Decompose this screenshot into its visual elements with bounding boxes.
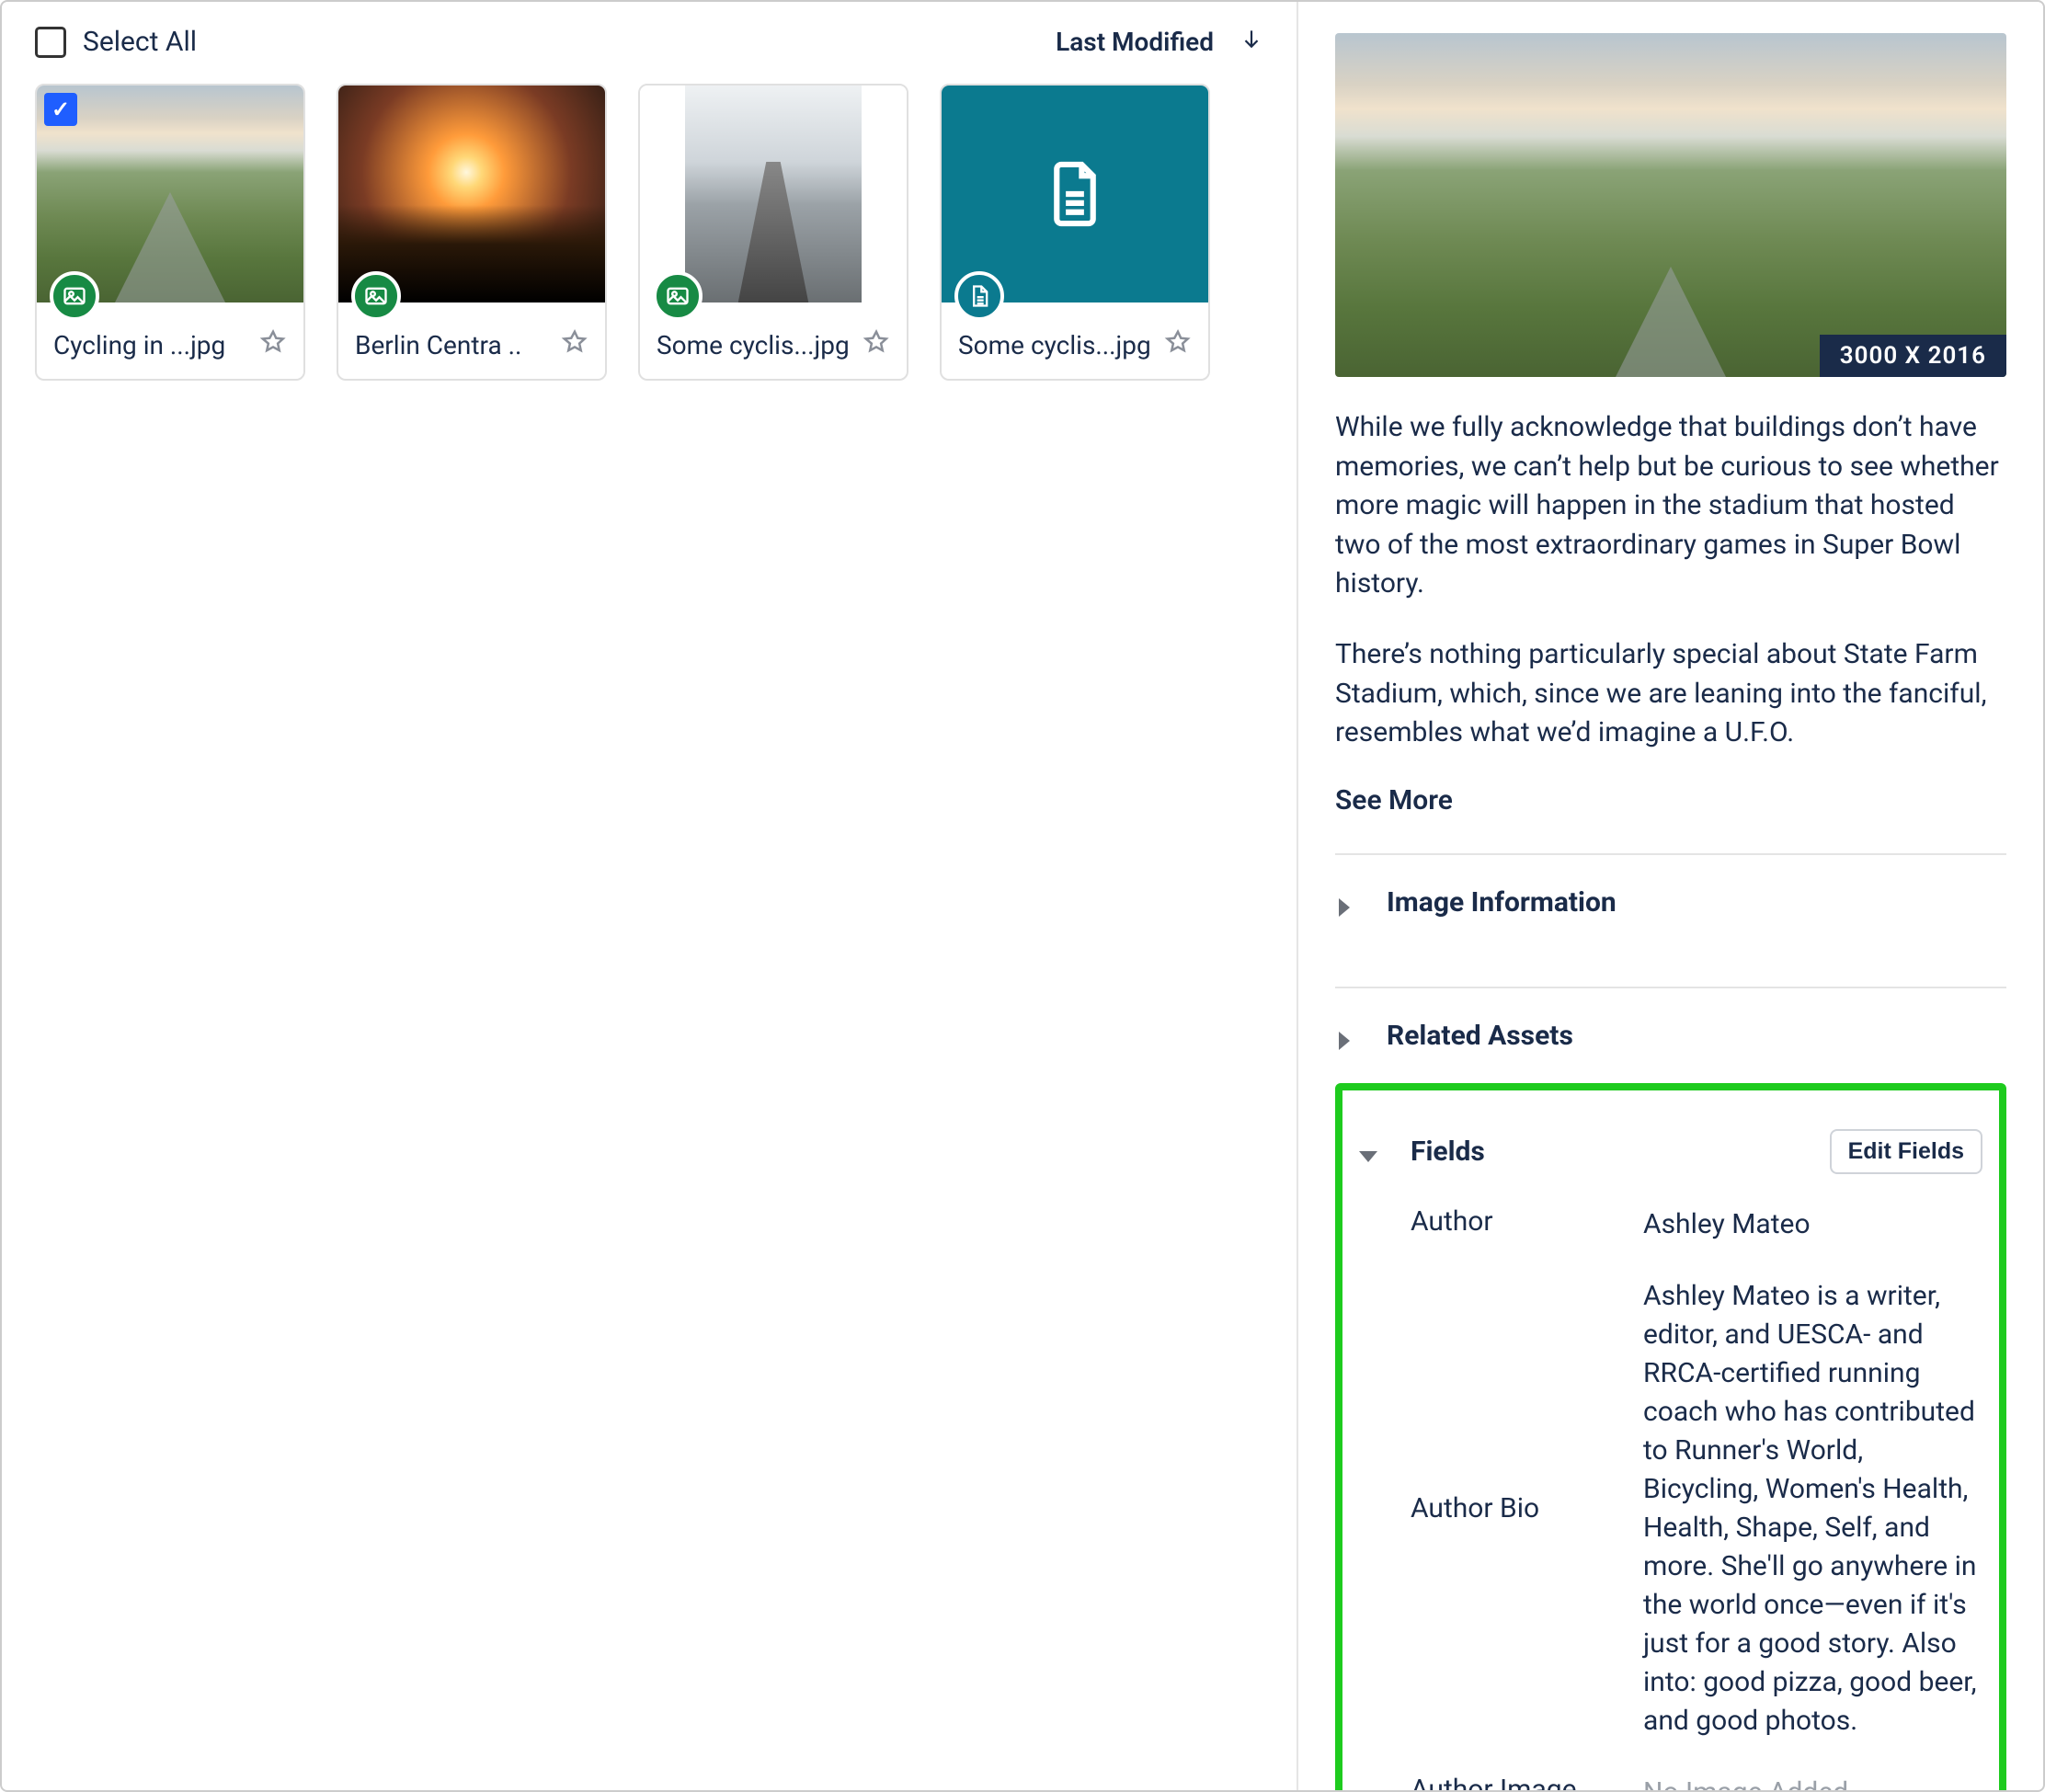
select-all-label: Select All [83,26,197,58]
asset-list-pane: Select All Last Modified [2,2,1298,1790]
asset-name: Some cyclis...jpg [657,330,850,360]
app-root: Select All Last Modified [0,0,2045,1792]
section-title: Image Information [1387,886,1617,919]
see-more-link[interactable]: See More [1335,784,2006,816]
favorite-star-icon[interactable] [561,328,588,362]
asset-thumb[interactable] [640,86,907,302]
description-p2: There’s nothing particularly special abo… [1335,635,2006,753]
asset-card[interactable]: Some cyclis...jpg [638,84,908,381]
section-title: Fields [1411,1136,1485,1168]
author-value: Ashley Mateo [1643,1205,1982,1244]
select-all[interactable]: Select All [35,26,197,58]
description-p1: While we fully acknowledge that building… [1335,408,2006,604]
asset-name: Berlin Centra .. [355,330,521,360]
fields-body: Author Ashley Mateo Author Bio Ashley Ma… [1359,1205,1982,1790]
asset-card[interactable]: Berlin Centra .. [337,84,607,381]
fields-section: Fields Edit Fields Author Ashley Mateo A… [1359,1098,1982,1790]
asset-grid: Cycling in ...jpg Berlin Centra .. [35,84,1263,381]
sort-control[interactable]: Last Modified [1056,27,1263,57]
preview-image[interactable]: 3000 X 2016 [1335,33,2006,377]
chevron-right-icon [1335,1026,1354,1044]
detail-pane: 3000 X 2016 While we fully acknowledge t… [1298,2,2043,1790]
sort-desc-icon [1240,27,1263,57]
chevron-down-icon [1359,1142,1377,1160]
asset-card[interactable]: Cycling in ...jpg [35,84,305,381]
image-type-icon [50,271,99,321]
asset-name: Some cyclis...jpg [958,330,1151,360]
document-icon [1047,160,1102,228]
description: While we fully acknowledge that building… [1335,408,2006,753]
related-assets-section: Related Assets [1335,987,2006,1083]
author-label: Author [1411,1205,1627,1238]
select-all-checkbox[interactable] [35,27,66,58]
image-type-icon [351,271,401,321]
fields-header[interactable]: Fields Edit Fields [1359,1098,1982,1205]
author-image-value: No Image Added [1643,1774,1982,1790]
image-dimensions: 3000 X 2016 [1820,335,2006,377]
related-assets-header[interactable]: Related Assets [1335,988,2006,1083]
author-bio-label: Author Bio [1411,1492,1627,1524]
asset-thumb[interactable] [942,86,1208,302]
document-type-icon [954,271,1004,321]
asset-card[interactable]: Some cyclis...jpg [940,84,1210,381]
author-image-label: Author Image [1411,1774,1627,1790]
selected-check-icon [44,93,77,126]
fields-highlight-box: Fields Edit Fields Author Ashley Mateo A… [1335,1083,2006,1790]
list-toolbar: Select All Last Modified [35,20,1263,74]
favorite-star-icon[interactable] [259,328,287,362]
edit-fields-button[interactable]: Edit Fields [1830,1129,1982,1174]
asset-thumb[interactable] [338,86,605,302]
sort-label: Last Modified [1056,27,1214,57]
image-info-header[interactable]: Image Information [1335,855,2006,950]
asset-thumb[interactable] [37,86,303,302]
favorite-star-icon[interactable] [863,328,890,362]
image-info-section: Image Information [1335,853,2006,950]
section-title: Related Assets [1387,1020,1573,1052]
chevron-right-icon [1335,893,1354,911]
favorite-star-icon[interactable] [1164,328,1192,362]
asset-name: Cycling in ...jpg [53,330,225,360]
image-type-icon [653,271,703,321]
author-bio-value: Ashley Mateo is a writer, editor, and UE… [1643,1277,1982,1741]
